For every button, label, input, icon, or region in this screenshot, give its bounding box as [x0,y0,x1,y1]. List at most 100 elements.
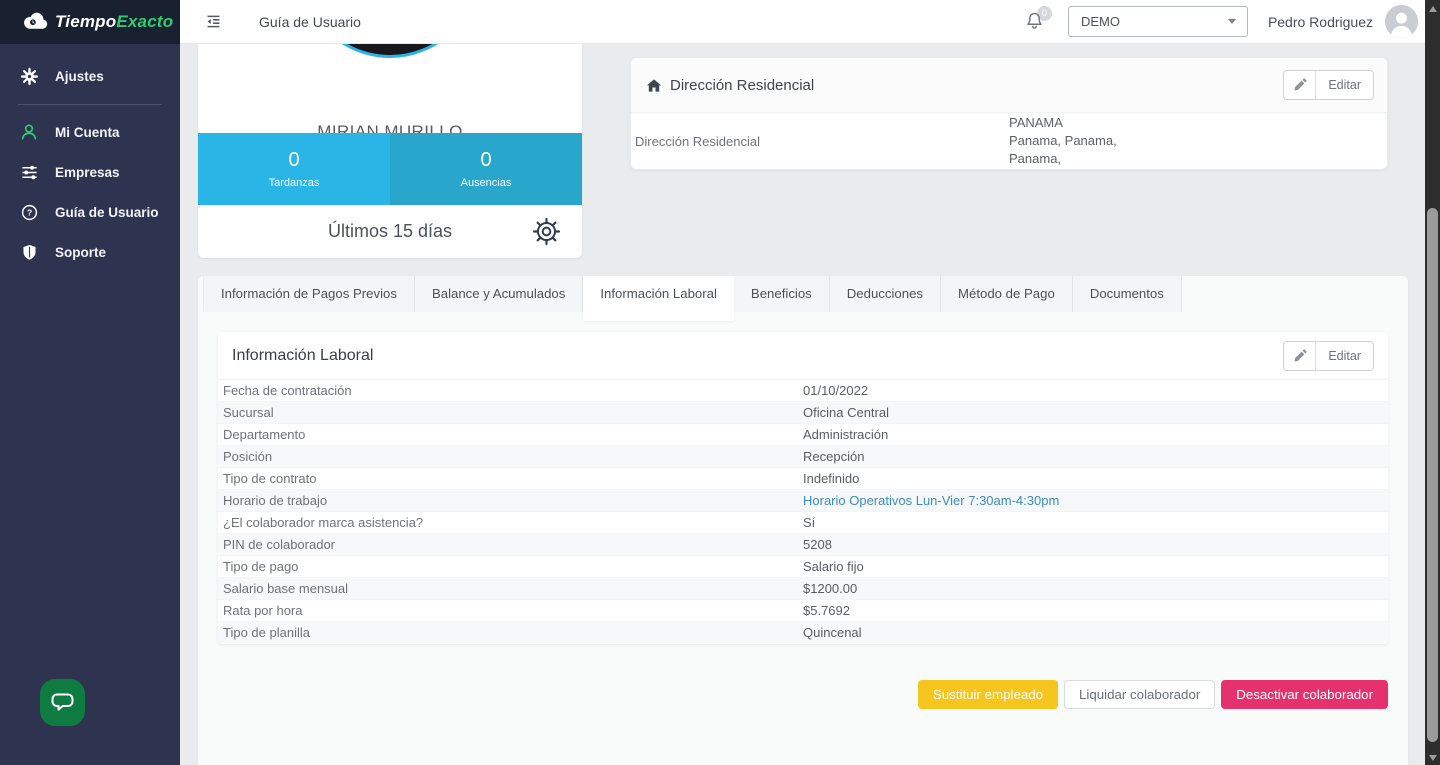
tab-strip: Información de Pagos Previos Balance y A… [198,276,1408,321]
row-value: Administración [803,424,888,445]
row-value: Sí [803,512,815,533]
address-line: PANAMA [1009,114,1117,132]
edit-address-button[interactable]: Editar [1283,70,1374,100]
sidebar-item-ajustes[interactable]: Ajustes [0,56,180,96]
edit-button-label: Editar [1316,342,1373,370]
row-label: Tipo de contrato [218,468,803,489]
row-label: Tipo de pago [218,556,803,577]
table-row: ¿El colaborador marca asistencia?Sí [218,511,1388,533]
row-value: $5.7692 [803,600,850,621]
table-row: Fecha de contratación01/10/2022 [218,379,1388,401]
employee-tabs-panel: Información de Pagos Previos Balance y A… [198,276,1408,765]
row-label: Departamento [218,424,803,445]
sidebar-toggle-icon[interactable] [205,13,222,30]
sidebar-item-soporte[interactable]: Soporte [0,232,180,272]
tab-balance-y-acumulados[interactable]: Balance y Acumulados [415,276,583,312]
stats-settings-gear-icon[interactable] [533,218,560,245]
residential-address-header: Dirección Residencial Editar [631,58,1387,113]
sidebar-divider [18,104,162,105]
row-value: Oficina Central [803,402,889,423]
table-row: Tipo de contratoIndefinido [218,467,1388,489]
table-row: Rata por hora$5.7692 [218,599,1388,621]
chat-bubble-icon [49,690,76,715]
labor-info-header: Información Laboral Editar [218,332,1388,379]
row-label: PIN de colaborador [218,534,803,555]
row-label: Salario base mensual [218,578,803,599]
address-field-label: Dirección Residencial [631,134,1009,149]
row-value: 5208 [803,534,832,555]
table-row: Horario de trabajoHorario Operativos Lun… [218,489,1388,511]
row-label: Posición [218,446,803,467]
gear-icon [18,65,40,87]
edit-labor-info-button[interactable]: Editar [1283,341,1374,371]
employee-photo[interactable] [300,44,480,58]
sidebar-item-guia-de-usuario[interactable]: ? Guía de Usuario [0,192,180,232]
scrollbar-thumb[interactable] [1427,208,1438,742]
row-value: $1200.00 [803,578,857,599]
stat-tardanzas: 0 Tardanzas [198,133,390,205]
cloud-clock-logo-icon [22,12,49,32]
brand-name: TiempoExacto [55,12,173,32]
residential-address-title: Dirección Residencial [670,77,814,94]
table-row: PIN de colaborador5208 [218,533,1388,555]
scrollbar-down-arrow-icon[interactable] [1429,755,1437,761]
stats-period-row: Últimos 15 días [198,205,582,258]
address-line: Panama, Panama, [1009,132,1117,150]
row-value: Indefinido [803,468,859,489]
chat-widget-button[interactable] [40,679,85,726]
labor-info-table: Fecha de contratación01/10/2022 Sucursal… [218,379,1388,643]
sidebar-item-empresas[interactable]: Empresas [0,152,180,192]
row-label: Horario de trabajo [218,490,803,511]
vertical-scrollbar[interactable] [1425,0,1440,765]
row-value: Salario fijo [803,556,864,577]
sidebar: TiempoExacto Ajustes Mi Cuenta [0,0,180,765]
notifications-button[interactable]: 0 [1024,9,1046,35]
sidebar-item-label: Ajustes [55,69,104,84]
row-label: Rata por hora [218,600,803,621]
question-circle-icon: ? [18,201,40,223]
tab-informacion-laboral[interactable]: Información Laboral [583,276,734,321]
substitute-employee-button[interactable]: Sustituir empleado [918,680,1058,709]
page-title: Guía de Usuario [259,14,361,30]
employee-stats: 0 Tardanzas 0 Ausencias [198,133,582,205]
work-schedule-link[interactable]: Horario Operativos Lun-Vier 7:30am-4:30p… [803,490,1059,511]
row-label: Sucursal [218,402,803,423]
row-label: Fecha de contratación [218,380,803,401]
sidebar-item-label: Empresas [55,165,120,180]
table-row: Tipo de pagoSalario fijo [218,555,1388,577]
deactivate-employee-button[interactable]: Desactivar colaborador [1221,680,1388,709]
shield-icon [18,241,40,263]
tab-metodo-de-pago[interactable]: Método de Pago [941,276,1073,312]
main-content: MIRIAN MURILLO Recepción 0 Tardanzas 0 A… [180,44,1440,765]
employee-action-buttons: Sustituir empleado Liquidar colaborador … [918,680,1388,709]
bell-icon [1024,9,1046,33]
tab-deducciones[interactable]: Deducciones [830,276,941,312]
user-avatar[interactable] [1385,5,1418,38]
address-value: PANAMA Panama, Panama, Panama, [1009,114,1117,168]
company-select-value: DEMO [1081,14,1120,29]
pencil-icon [1284,71,1316,99]
tab-documentos[interactable]: Documentos [1073,276,1182,312]
brand-logo[interactable]: TiempoExacto [0,0,180,44]
stat-value: 0 [288,149,299,172]
company-select[interactable]: DEMO [1068,6,1248,37]
svg-text:?: ? [26,207,31,217]
labor-info-card: Información Laboral Editar Fecha de cont… [218,332,1388,644]
home-icon [646,78,662,93]
settle-employee-button[interactable]: Liquidar colaborador [1064,680,1215,709]
user-icon [18,121,40,143]
stats-period-label: Últimos 15 días [328,221,452,242]
address-line: Panama, [1009,150,1117,168]
tab-informacion-de-pagos-previos[interactable]: Información de Pagos Previos [203,276,415,312]
sliders-icon [18,161,40,183]
scrollbar-up-arrow-icon[interactable] [1429,6,1437,12]
row-value: 01/10/2022 [803,380,868,401]
caret-down-icon [1228,19,1236,24]
row-label: ¿El colaborador marca asistencia? [218,512,803,533]
stat-label: Tardanzas [269,177,320,189]
sidebar-item-mi-cuenta[interactable]: Mi Cuenta [0,112,180,152]
user-name: Pedro Rodriguez [1268,14,1373,30]
stat-label: Ausencias [461,177,512,189]
table-row: DepartamentoAdministración [218,423,1388,445]
tab-beneficios[interactable]: Beneficios [734,276,830,312]
